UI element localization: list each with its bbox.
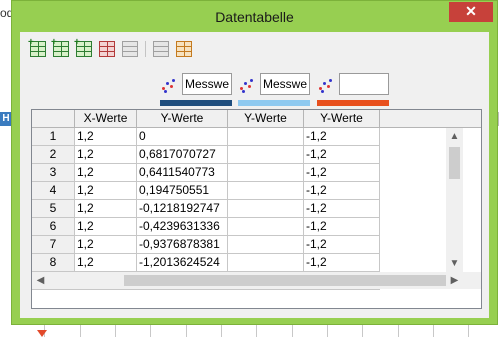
column-header-y1[interactable]: Y-Werte	[137, 110, 228, 127]
cell-y3[interactable]: -1,2	[304, 128, 380, 146]
data-table-dialog: Datentabelle ✕ + + + Messwer Messwer X-W…	[11, 0, 498, 325]
row-number[interactable]: 8	[32, 254, 75, 272]
row-number[interactable]: 6	[32, 218, 75, 236]
cell-y2[interactable]	[228, 218, 304, 236]
table-row: 1 1,2 0 -1,2	[32, 128, 447, 146]
scroll-up-icon[interactable]: ▲	[446, 128, 463, 145]
header-corner	[32, 110, 75, 127]
cell-y1[interactable]: 0	[137, 128, 228, 146]
scrollbar-corner	[463, 272, 481, 289]
insert-row-icon[interactable]: +	[28, 38, 46, 57]
title-bar[interactable]: Datentabelle ✕	[12, 1, 497, 31]
scatter-chart-icon	[160, 77, 176, 93]
table-row: 8 1,2 -1,2013624524 -1,2	[32, 254, 447, 272]
scroll-right-icon[interactable]: ▶	[446, 272, 463, 289]
cell-x[interactable]: 1,2	[75, 200, 137, 218]
cell-y2[interactable]	[228, 182, 304, 200]
cell-x[interactable]: 1,2	[75, 236, 137, 254]
table-row: 2 1,2 0,6817070727 -1,2	[32, 146, 447, 164]
ruler-marker-icon	[37, 330, 47, 337]
cell-y1[interactable]: -1,2013624524	[137, 254, 228, 272]
delete-column-icon[interactable]	[122, 41, 138, 57]
cell-y2[interactable]	[228, 200, 304, 218]
vertical-scrollbar[interactable]: ▲ ▼	[446, 128, 463, 272]
table-row: 7 1,2 -0,9376878381 -1,2	[32, 236, 447, 254]
series-color-bar	[317, 100, 389, 106]
cell-x[interactable]: 1,2	[75, 146, 137, 164]
delete-row-icon[interactable]	[99, 41, 115, 57]
toolbar-separator	[145, 41, 146, 57]
vertical-scroll-thumb[interactable]	[449, 147, 460, 179]
cell-y1[interactable]: 0,6411540773	[137, 164, 228, 182]
close-button[interactable]: ✕	[449, 2, 493, 22]
cell-x[interactable]: 1,2	[75, 218, 137, 236]
cell-y3[interactable]: -1,2	[304, 146, 380, 164]
cell-y1[interactable]: 0,194750551	[137, 182, 228, 200]
move-column-icon[interactable]	[153, 41, 169, 57]
toolbar: + + +	[28, 38, 199, 59]
data-table: X-Werte Y-Werte Y-Werte Y-Werte 1 1,2 0 -1,…	[31, 109, 482, 309]
close-icon: ✕	[465, 3, 477, 19]
horizontal-scroll-thumb[interactable]	[124, 275, 446, 286]
table-row: 4 1,2 0,194750551 -1,2	[32, 182, 447, 200]
series-color-bar	[238, 100, 310, 106]
scatter-chart-icon	[238, 77, 254, 93]
insert-text-column-icon[interactable]: +	[74, 38, 92, 57]
cell-y2[interactable]	[228, 236, 304, 254]
series-name-input[interactable]	[260, 73, 310, 95]
column-header-x[interactable]: X-Werte	[75, 110, 137, 127]
cell-y3[interactable]: -1,2	[304, 218, 380, 236]
row-number[interactable]: 5	[32, 200, 75, 218]
move-row-icon[interactable]	[176, 41, 192, 57]
insert-column-icon[interactable]: +	[51, 38, 69, 57]
row-number[interactable]: 7	[32, 236, 75, 254]
scatter-chart-icon	[317, 77, 333, 93]
horizontal-scrollbar[interactable]: ◀ ▶	[32, 272, 463, 289]
cell-y2[interactable]	[228, 164, 304, 182]
row-number[interactable]: 2	[32, 146, 75, 164]
cell-y1[interactable]: -0,4239631336	[137, 218, 228, 236]
cell-x[interactable]: 1,2	[75, 182, 137, 200]
row-number[interactable]: 4	[32, 182, 75, 200]
row-number[interactable]: 3	[32, 164, 75, 182]
cell-y2[interactable]	[228, 254, 304, 272]
series-name-input[interactable]	[182, 73, 232, 95]
series-color-bar	[160, 100, 232, 106]
table-row: 6 1,2 -0,4239631336 -1,2	[32, 218, 447, 236]
table-row: 5 1,2 -0,1218192747 -1,2	[32, 200, 447, 218]
cell-y1[interactable]: 0,6817070727	[137, 146, 228, 164]
cell-y2[interactable]	[228, 146, 304, 164]
cell-x[interactable]: 1,2	[75, 128, 137, 146]
cell-y3[interactable]: -1,2	[304, 164, 380, 182]
table-row: 3 1,2 0,6411540773 -1,2	[32, 164, 447, 182]
cell-x[interactable]: 1,2	[75, 254, 137, 272]
dialog-title: Datentabelle	[215, 9, 294, 25]
cell-y2[interactable]	[228, 128, 304, 146]
column-header-y2[interactable]: Y-Werte	[228, 110, 304, 127]
table-header: X-Werte Y-Werte Y-Werte Y-Werte	[32, 110, 481, 128]
column-header-y3[interactable]: Y-Werte	[304, 110, 380, 127]
cell-y1[interactable]: -0,1218192747	[137, 200, 228, 218]
cell-y3[interactable]: -1,2	[304, 182, 380, 200]
row-number[interactable]: 1	[32, 128, 75, 146]
scroll-left-icon[interactable]: ◀	[32, 272, 49, 289]
cell-y1[interactable]: -0,9376878381	[137, 236, 228, 254]
cell-x[interactable]: 1,2	[75, 164, 137, 182]
cell-y3[interactable]: -1,2	[304, 200, 380, 218]
series-name-input[interactable]	[339, 73, 389, 95]
cell-y3[interactable]: -1,2	[304, 236, 380, 254]
cell-y3[interactable]: -1,2	[304, 254, 380, 272]
dialog-content: + + + Messwer Messwer X-Werte Y-Werte Y-…	[20, 32, 489, 318]
scroll-down-icon[interactable]: ▼	[446, 255, 463, 272]
